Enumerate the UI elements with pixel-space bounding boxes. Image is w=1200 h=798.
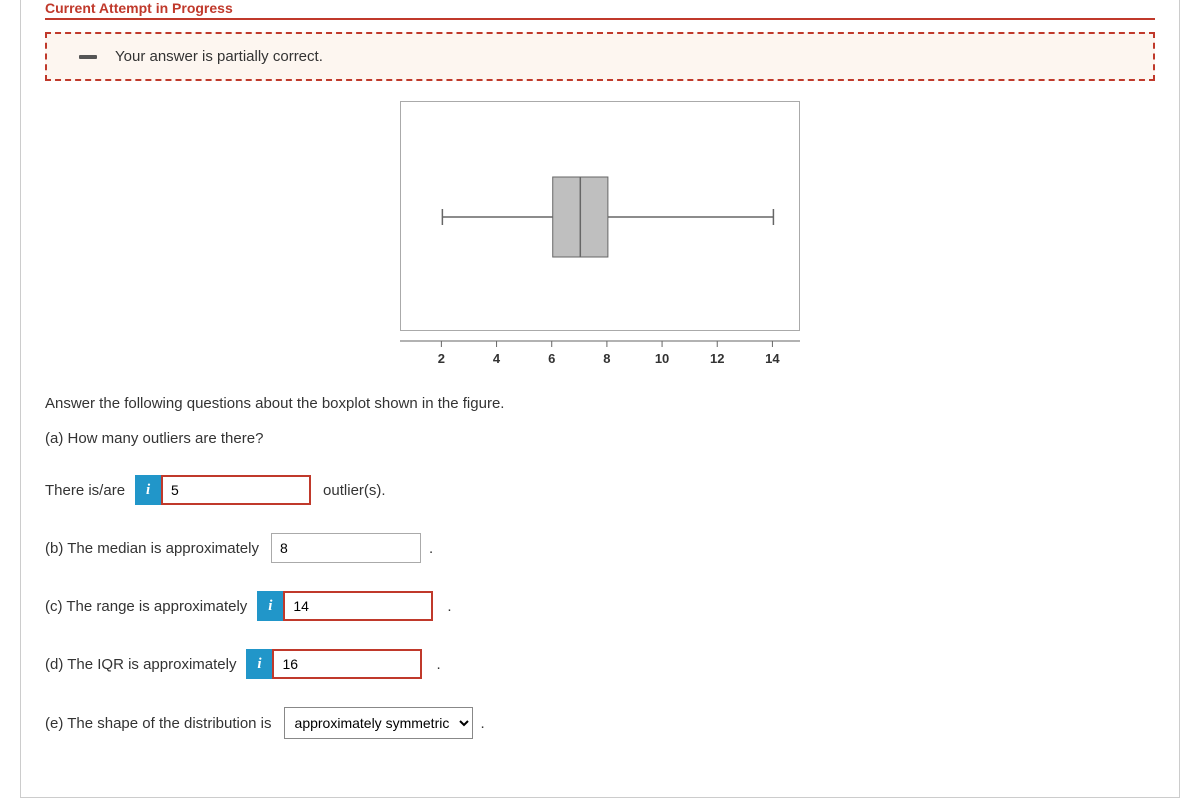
period: . xyxy=(481,715,485,732)
minus-icon xyxy=(79,55,97,59)
svg-text:2: 2 xyxy=(438,351,445,366)
answer-e-select[interactable]: approximately symmetric xyxy=(284,707,473,739)
answer-c-input[interactable] xyxy=(283,591,433,621)
question-d-row: (d) The IQR is approximately i . xyxy=(45,649,1155,679)
svg-text:12: 12 xyxy=(710,351,724,366)
question-a-prompt: (a) How many outliers are there? xyxy=(45,430,1155,447)
question-d-label: (d) The IQR is approximately xyxy=(45,656,236,673)
answer-a-input[interactable] xyxy=(161,475,311,505)
svg-text:4: 4 xyxy=(493,351,501,366)
question-b-row: (b) The median is approximately . xyxy=(45,533,1155,563)
svg-text:14: 14 xyxy=(765,351,780,366)
info-icon[interactable]: i xyxy=(246,649,272,679)
svg-text:6: 6 xyxy=(548,351,555,366)
info-icon[interactable]: i xyxy=(257,591,283,621)
question-c-label: (c) The range is approximately xyxy=(45,598,247,615)
question-b-label: (b) The median is approximately xyxy=(45,540,259,557)
svg-text:8: 8 xyxy=(603,351,610,366)
period: . xyxy=(447,598,451,615)
intro-text: Answer the following questions about the… xyxy=(45,395,1155,412)
info-icon[interactable]: i xyxy=(135,475,161,505)
question-e-label: (e) The shape of the distribution is xyxy=(45,715,272,732)
question-a-trail: outlier(s). xyxy=(323,482,386,499)
svg-text:10: 10 xyxy=(655,351,669,366)
boxplot-figure: 2 4 6 8 10 12 14 xyxy=(45,101,1155,375)
boxplot-svg xyxy=(400,101,800,331)
question-c-row: (c) The range is approximately i . xyxy=(45,591,1155,621)
answer-b-input[interactable] xyxy=(271,533,421,563)
feedback-box: Your answer is partially correct. xyxy=(45,32,1155,81)
axis-svg: 2 4 6 8 10 12 14 xyxy=(380,335,820,371)
answer-d-input[interactable] xyxy=(272,649,422,679)
question-a-row: There is/are i outlier(s). xyxy=(45,475,1155,505)
period: . xyxy=(436,656,440,673)
question-e-row: (e) The shape of the distribution is app… xyxy=(45,707,1155,739)
question-a-lead: There is/are xyxy=(45,482,125,499)
period: . xyxy=(429,540,433,557)
feedback-text: Your answer is partially correct. xyxy=(115,48,323,65)
section-title: Current Attempt in Progress xyxy=(45,0,1155,20)
